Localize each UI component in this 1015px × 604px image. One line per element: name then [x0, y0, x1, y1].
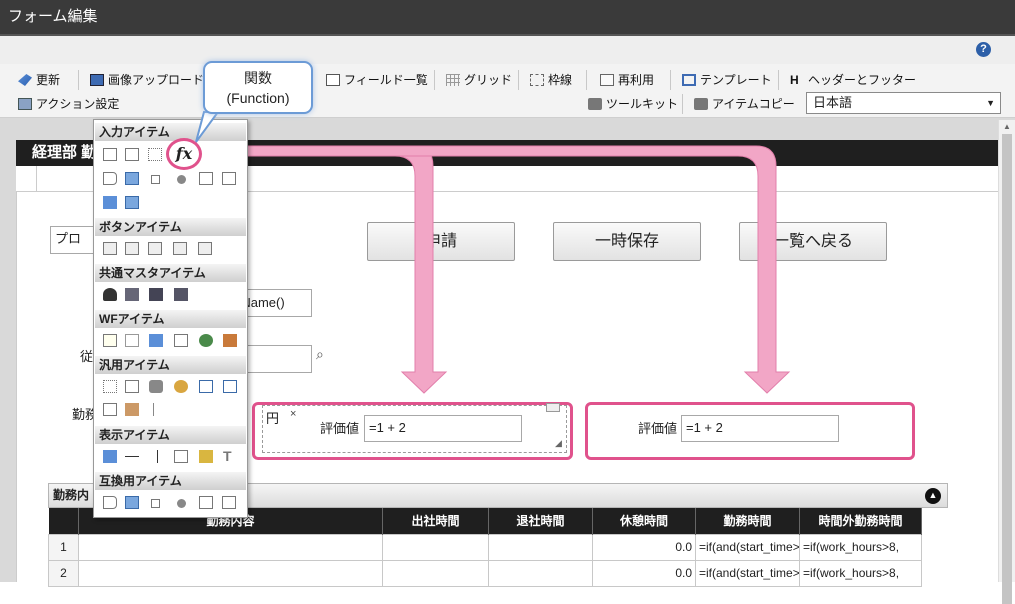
- checkbox-icon[interactable]: [151, 175, 160, 184]
- palette-category: ボタンアイテム: [95, 218, 246, 236]
- rectangle-icon[interactable]: [174, 450, 188, 463]
- label-icon[interactable]: [103, 450, 117, 463]
- generic-field-icon[interactable]: [103, 380, 117, 393]
- palette-category: 共通マスタアイテム: [95, 264, 246, 282]
- select-icon[interactable]: [199, 172, 213, 185]
- picture-icon[interactable]: [125, 403, 139, 416]
- radio-icon[interactable]: [177, 175, 186, 184]
- history-icon[interactable]: [174, 334, 188, 347]
- image-display-icon[interactable]: [199, 450, 213, 463]
- arrow-to-preview: [199, 145, 791, 394]
- table-icon[interactable]: [125, 196, 139, 209]
- calendar-icon[interactable]: [125, 172, 139, 185]
- user-icon[interactable]: [103, 288, 117, 301]
- number-icon[interactable]: [148, 148, 162, 161]
- function-callout: 関数 (Function): [203, 61, 313, 114]
- public-group-icon[interactable]: [174, 288, 188, 301]
- button-icon[interactable]: [125, 242, 139, 255]
- organization-icon[interactable]: [125, 288, 139, 301]
- button-icon[interactable]: [103, 242, 117, 255]
- key-icon[interactable]: [174, 380, 188, 393]
- file-download-icon[interactable]: [223, 380, 237, 393]
- horizontal-line-icon[interactable]: [125, 456, 139, 457]
- upload-icon[interactable]: [103, 196, 117, 209]
- legacy-select-icon[interactable]: [199, 496, 213, 509]
- legacy-list-icon[interactable]: [222, 496, 236, 509]
- legacy-calendar-icon[interactable]: [125, 496, 139, 509]
- palette-category: 汎用アイテム: [95, 356, 246, 374]
- function-icon[interactable]: fx: [166, 138, 202, 170]
- legacy-tag-icon[interactable]: [103, 496, 117, 509]
- route-icon[interactable]: [199, 334, 213, 347]
- button-icon[interactable]: [198, 242, 212, 255]
- button-icon[interactable]: [148, 242, 162, 255]
- item-palette: 入力アイテム ボタンアイテム 共通マスタアイテム WFアイテム 汎用アイテム 表…: [93, 119, 248, 518]
- text-field-icon[interactable]: [103, 148, 117, 161]
- palette-category: 互換用アイテム: [95, 472, 246, 490]
- button-icon[interactable]: [173, 242, 187, 255]
- palette-category: 入力アイテム: [95, 123, 246, 141]
- stamp-icon[interactable]: [223, 334, 237, 347]
- palette-category: WFアイテム: [95, 310, 246, 328]
- list-icon[interactable]: [222, 172, 236, 185]
- textarea-icon[interactable]: [125, 148, 139, 161]
- legacy-checkbox-icon[interactable]: [151, 499, 160, 508]
- vertical-rule-icon[interactable]: [157, 450, 158, 463]
- callout-subtitle: (Function): [226, 90, 290, 106]
- palette-category: 表示アイテム: [95, 426, 246, 444]
- vertical-line-icon[interactable]: [153, 403, 154, 416]
- legacy-radio-icon[interactable]: [177, 499, 186, 508]
- callout-title: 関数: [244, 70, 272, 86]
- role-icon[interactable]: [149, 288, 163, 301]
- tag-icon[interactable]: [103, 172, 117, 185]
- image-icon[interactable]: [149, 334, 163, 347]
- document-icon[interactable]: [125, 380, 139, 393]
- attachment-icon[interactable]: [125, 334, 139, 347]
- text-icon[interactable]: T: [223, 449, 237, 463]
- clipboard-icon[interactable]: [103, 334, 117, 347]
- file-icon[interactable]: [199, 380, 213, 393]
- camera-icon[interactable]: [149, 380, 163, 393]
- frame-icon[interactable]: [103, 403, 117, 416]
